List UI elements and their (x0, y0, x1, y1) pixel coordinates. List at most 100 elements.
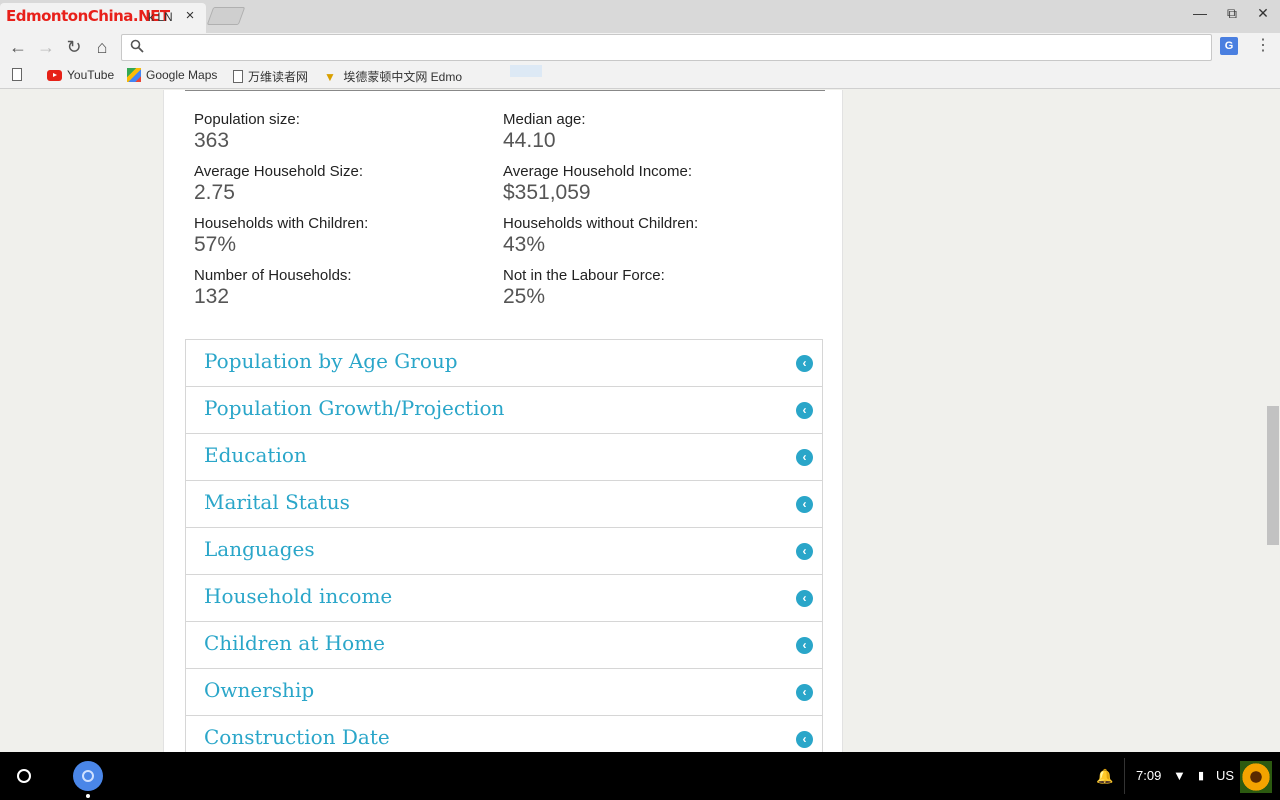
new-tab-button[interactable] (206, 7, 246, 25)
forward-icon[interactable]: → (35, 35, 57, 59)
page-icon (12, 68, 22, 81)
launcher-icon[interactable] (17, 769, 31, 783)
chevron-left-icon: ‹ (796, 402, 813, 419)
chevron-left-icon: ‹ (796, 731, 813, 748)
tab-strip: EdmontonChina.NET k LN N × — ⧉ ✕ (0, 0, 1280, 33)
stat-population-size: Population size: 363 (194, 111, 300, 153)
accordion-construction-date[interactable]: Construction Date ‹ (186, 716, 822, 752)
notification-bell-icon[interactable]: 🔔 (1096, 768, 1113, 785)
minimize-icon[interactable]: — (1190, 5, 1210, 21)
stat-label: Median age: (503, 111, 586, 128)
chevron-left-icon: ‹ (796, 684, 813, 701)
accordion-languages[interactable]: Languages ‹ (186, 528, 822, 575)
stat-avg-household-income: Average Household Income: $351,059 (503, 163, 692, 205)
stat-label: Not in the Labour Force: (503, 267, 665, 284)
clock[interactable]: 7:09 (1136, 768, 1161, 783)
neighbourhood-card: Population size: 363 Median age: 44.10 A… (163, 90, 843, 752)
stat-value: 132 (194, 285, 230, 308)
browser-tab[interactable]: EdmontonChina.NET k LN N × (0, 3, 206, 33)
accordion-population-growth[interactable]: Population Growth/Projection ‹ (186, 387, 822, 434)
back-icon[interactable]: ← (7, 35, 29, 59)
address-bar[interactable] (121, 34, 1212, 61)
stat-value: 363 (194, 129, 230, 152)
stat-label: Average Household Income: (503, 163, 693, 180)
bookmark-youtube[interactable]: YouTube (47, 68, 114, 82)
chevron-left-icon: ‹ (796, 637, 813, 654)
accordion-title: Construction Date (204, 725, 390, 749)
search-icon (130, 39, 144, 53)
stat-label: Households without Children: (503, 215, 699, 232)
bookmark-google-maps[interactable]: Google Maps (127, 68, 217, 82)
divider (185, 90, 825, 91)
stat-value: 57% (194, 233, 237, 256)
youtube-icon (47, 69, 62, 81)
accordion-title: Education (204, 443, 307, 467)
stat-households-with-children: Households with Children: 57% (194, 215, 368, 257)
stat-value: 25% (503, 285, 546, 308)
tab-close-icon[interactable]: × (182, 7, 198, 24)
accordion-title: Marital Status (204, 490, 350, 514)
stat-label: Households with Children: (194, 215, 369, 232)
accordion-title: Languages (204, 537, 315, 561)
reload-icon[interactable]: ↻ (63, 35, 85, 59)
accordion-title: Ownership (204, 678, 315, 702)
accordion-population-by-age-group[interactable]: Population by Age Group ‹ (186, 340, 822, 387)
avatar[interactable] (1240, 761, 1272, 793)
stat-value: 2.75 (194, 181, 235, 204)
stat-label: Number of Households: (194, 267, 352, 284)
browser-toolbar: ← → ↻ ⌂ G ⋮ (0, 33, 1280, 63)
bookmark-edmonton-china[interactable]: ▼ 埃德蒙顿中文网 Edmo (324, 68, 462, 85)
bookmark-label: Google Maps (146, 68, 218, 82)
accordion-title: Household income (204, 584, 393, 608)
bookmarks-bar: YouTube Google Maps 万维读者网 ▼ 埃德蒙顿中文网 Edmo (0, 63, 1280, 89)
restore-icon[interactable]: ⧉ (1222, 5, 1242, 22)
page-icon (233, 70, 243, 83)
os-shelf: 🔔 7:09 ▼ ▮ US (0, 752, 1280, 800)
stat-avg-household-size: Average Household Size: 2.75 (194, 163, 363, 205)
active-indicator (86, 794, 90, 798)
keyboard-layout[interactable]: US (1216, 768, 1234, 783)
bookmark-apps[interactable] (12, 68, 27, 81)
translate-icon[interactable]: G (1220, 37, 1238, 55)
stat-label: Average Household Size: (194, 163, 363, 180)
close-window-icon[interactable]: ✕ (1253, 5, 1273, 22)
accordion-title: Children at Home (204, 631, 386, 655)
bookmark-label: 埃德蒙顿中文网 Edmo (343, 70, 462, 84)
bookmark-placeholder (510, 65, 542, 77)
stat-not-in-labour-force: Not in the Labour Force: 25% (503, 267, 665, 309)
divider (1124, 758, 1125, 794)
chrome-app-icon[interactable] (73, 761, 103, 791)
accordion-title: Population by Age Group (204, 349, 458, 373)
accordion-household-income[interactable]: Household income ‹ (186, 575, 822, 622)
stat-number-of-households: Number of Households: 132 (194, 267, 352, 309)
chevron-left-icon: ‹ (796, 543, 813, 560)
menu-icon[interactable]: ⋮ (1255, 35, 1271, 55)
stat-median-age: Median age: 44.10 (503, 111, 586, 153)
accordion-title: Population Growth/Projection (204, 396, 505, 420)
bookmark-wanwei[interactable]: 万维读者网 (233, 68, 308, 85)
stat-value: 44.10 (503, 129, 556, 152)
bookmark-label: 万维读者网 (248, 70, 309, 84)
stat-value: 43% (503, 233, 546, 256)
maps-icon (127, 68, 141, 82)
section-accordion: Population by Age Group ‹ Population Gro… (185, 339, 823, 752)
page-viewport: Population size: 363 Median age: 44.10 A… (0, 90, 1280, 752)
stat-label: Population size: (194, 111, 300, 128)
battery-icon[interactable]: ▮ (1198, 769, 1204, 782)
chevron-left-icon: ‹ (796, 355, 813, 372)
accordion-children-at-home[interactable]: Children at Home ‹ (186, 622, 822, 669)
trophy-icon: ▼ (324, 69, 336, 84)
tab-site-label: EdmontonChina.NET (6, 7, 170, 25)
stat-value: $351,059 (503, 181, 591, 204)
chevron-left-icon: ‹ (796, 496, 813, 513)
chevron-left-icon: ‹ (796, 590, 813, 607)
scrollbar-thumb[interactable] (1267, 406, 1279, 545)
wifi-icon[interactable]: ▼ (1173, 768, 1186, 783)
accordion-education[interactable]: Education ‹ (186, 434, 822, 481)
accordion-ownership[interactable]: Ownership ‹ (186, 669, 822, 716)
tab-title: k LN N (148, 10, 176, 24)
accordion-marital-status[interactable]: Marital Status ‹ (186, 481, 822, 528)
chevron-left-icon: ‹ (796, 449, 813, 466)
bookmark-label: YouTube (67, 68, 115, 82)
home-icon[interactable]: ⌂ (91, 35, 113, 59)
